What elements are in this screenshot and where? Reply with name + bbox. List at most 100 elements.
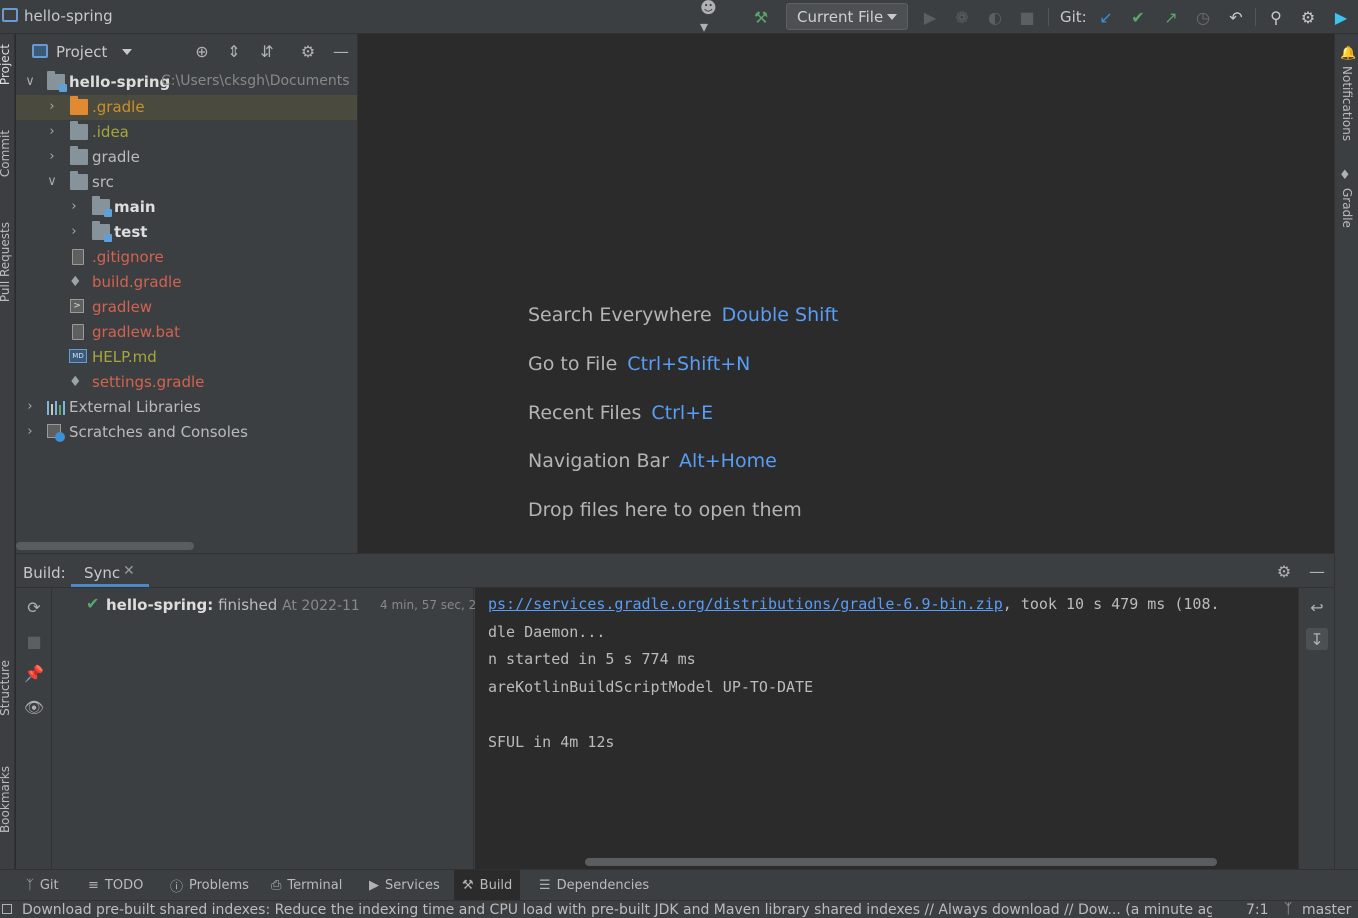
tree-item-settings-gradle[interactable]: ♦ settings.gradle — [16, 370, 357, 395]
tool-tab-project[interactable]: Project — [0, 44, 12, 85]
stop-icon[interactable]: ■ — [23, 630, 45, 652]
close-icon[interactable]: ✕ — [123, 563, 135, 579]
tree-item-gitignore[interactable]: .gitignore — [16, 245, 357, 270]
chevron-down-icon[interactable]: ∨ — [45, 173, 59, 191]
run-configuration-select[interactable]: Current File — [786, 3, 908, 30]
chevron-down-icon[interactable] — [122, 49, 132, 55]
output-text: , took 10 s 479 ms (108. — [1002, 595, 1220, 613]
collapse-all-icon[interactable]: ⇵ — [257, 41, 277, 61]
project-view-title[interactable]: Project — [56, 43, 107, 61]
tool-tab-structure[interactable]: Structure — [0, 660, 12, 716]
horizontal-scrollbar[interactable] — [16, 542, 194, 550]
stop-icon[interactable]: ■ — [1017, 7, 1037, 27]
expand-all-icon[interactable]: ⇕ — [224, 41, 244, 61]
build-console-output[interactable]: ps://services.gradle.org/distributions/g… — [475, 588, 1298, 870]
git-label: Git: — [1060, 8, 1087, 26]
tool-tab-commit[interactable]: Commit — [0, 130, 12, 177]
git-update-icon[interactable]: ↙ — [1096, 7, 1116, 27]
output-line: dle Daemon... — [488, 623, 606, 641]
scroll-to-end-icon[interactable]: ↧ — [1306, 628, 1328, 650]
status-message[interactable]: Download pre-built shared indexes: Reduc… — [22, 902, 1212, 918]
tree-item-gradlew-bat[interactable]: gradlew.bat — [16, 320, 357, 345]
search-icon[interactable]: ⚲ — [1266, 7, 1286, 27]
build-hammer-icon[interactable]: ⚒ — [751, 7, 771, 27]
tree-root-hello-spring[interactable]: ∨ hello-spring C:\Users\cksgh\Documents — [16, 70, 357, 95]
chevron-right-icon[interactable]: › — [67, 198, 81, 216]
gear-icon[interactable]: ⚙ — [1274, 561, 1294, 581]
bottom-tab-git[interactable]: ᛉ Git — [18, 870, 67, 901]
build-output-toolbar: ↩ ↧ — [1298, 588, 1334, 870]
tree-item-external-libraries[interactable]: › External Libraries — [16, 395, 357, 420]
git-push-icon[interactable]: ↗ — [1161, 7, 1181, 27]
gear-icon[interactable]: ⚙ — [1298, 7, 1318, 27]
tree-item-label: test — [114, 223, 148, 241]
jetbrains-toolbox-icon[interactable]: ▶ — [1331, 7, 1351, 27]
tree-item-gradle[interactable]: › gradle — [16, 145, 357, 170]
caret-position[interactable]: 7:1 — [1246, 902, 1269, 918]
project-name[interactable]: hello-spring — [24, 7, 113, 25]
soft-wrap-icon[interactable]: ↩ — [1306, 596, 1328, 618]
bottom-tab-build[interactable]: ⚒ Build — [454, 870, 521, 901]
tool-tab-pull-requests[interactable]: Pull Requests — [0, 222, 12, 302]
module-folder-icon — [47, 71, 67, 92]
pin-icon[interactable]: 📌 — [23, 662, 45, 684]
git-history-icon[interactable]: ◷ — [1193, 7, 1213, 27]
gear-icon[interactable]: ⚙ — [298, 41, 318, 61]
eye-icon[interactable]: 👁 — [23, 696, 45, 718]
bell-icon[interactable]: 🔔 — [1340, 46, 1356, 61]
chevron-right-icon[interactable]: › — [45, 148, 59, 166]
tool-tab-gradle[interactable]: Gradle — [1340, 188, 1354, 228]
coverage-icon[interactable]: ◐ — [985, 7, 1005, 27]
test-folder-icon — [92, 221, 112, 242]
tab-sync[interactable]: Sync — [84, 564, 120, 582]
gradle-elephant-icon[interactable]: ♦ — [1339, 168, 1351, 183]
run-icon[interactable]: ▶ — [920, 7, 940, 27]
tab-label: Problems — [189, 878, 249, 893]
tool-tab-notifications[interactable]: Notifications — [1340, 66, 1354, 141]
chevron-down-icon[interactable]: ∨ — [23, 73, 37, 91]
editor-area[interactable]: Search Everywhere Double Shift Go to File… — [359, 34, 1334, 553]
locate-file-icon[interactable]: ⊕ — [192, 41, 212, 61]
tree-item-label: .gradle — [92, 98, 145, 116]
tree-item-scratches[interactable]: › Scratches and Consoles — [16, 420, 357, 445]
download-url-link[interactable]: ps://services.gradle.org/distributions/g… — [488, 595, 1003, 613]
hide-panel-icon[interactable]: — — [1307, 561, 1327, 581]
git-rollback-icon[interactable]: ↶ — [1226, 7, 1246, 27]
hint-text: Go to File — [528, 353, 618, 375]
folder-icon — [70, 96, 88, 115]
bottom-tab-dependencies[interactable]: ☰ Dependencies — [531, 870, 657, 901]
bottom-tab-todo[interactable]: ≡ TODO — [80, 870, 151, 901]
debug-icon[interactable]: ❁ — [952, 7, 972, 27]
hide-panel-icon[interactable]: — — [331, 41, 351, 61]
tree-item-dot-idea[interactable]: › .idea — [16, 120, 357, 145]
chevron-right-icon[interactable]: › — [23, 398, 37, 416]
git-commit-icon[interactable]: ✔ — [1128, 7, 1148, 27]
bottom-tab-services[interactable]: ▶ Services — [361, 870, 448, 901]
tool-tab-bookmarks[interactable]: Bookmarks — [0, 766, 12, 833]
build-result-row[interactable]: hello-spring: finished At 2022-11 — [106, 596, 360, 614]
git-branch-icon: ᛉ — [26, 878, 34, 893]
chevron-right-icon[interactable]: › — [45, 98, 59, 116]
tree-item-build-gradle[interactable]: ♦ build.gradle — [16, 270, 357, 295]
chevron-right-icon[interactable]: › — [45, 123, 59, 141]
tree-item-main[interactable]: › main — [16, 195, 357, 220]
bottom-tab-terminal[interactable]: ⎙ Terminal — [263, 870, 350, 901]
tree-item-gradlew[interactable]: > gradlew — [16, 295, 357, 320]
git-branch-name[interactable]: master — [1302, 902, 1351, 918]
left-tool-strip: Project Commit Pull Requests Structure B… — [0, 34, 15, 869]
tree-item-help-md[interactable]: MD HELP.md — [16, 345, 357, 370]
tree-item-dot-gradle[interactable]: › .gradle — [16, 95, 357, 120]
user-account-icon[interactable]: ☻▾ — [700, 0, 720, 36]
chevron-right-icon[interactable]: › — [23, 423, 37, 441]
ignore-file-icon — [72, 249, 84, 265]
tree-item-test[interactable]: › test — [16, 220, 357, 245]
project-view-icon — [32, 44, 48, 58]
tree-item-label: main — [114, 198, 156, 216]
resync-icon[interactable]: ⟳ — [23, 596, 45, 618]
chevron-right-icon[interactable]: › — [67, 223, 81, 241]
tree-item-src[interactable]: ∨ src — [16, 170, 357, 195]
tool-windows-toggle-icon[interactable] — [2, 904, 12, 914]
horizontal-scrollbar[interactable] — [585, 858, 1217, 866]
bottom-tab-problems[interactable]: ⓘ Problems — [162, 870, 257, 901]
hint-search-everywhere: Search Everywhere Double Shift — [528, 304, 838, 326]
